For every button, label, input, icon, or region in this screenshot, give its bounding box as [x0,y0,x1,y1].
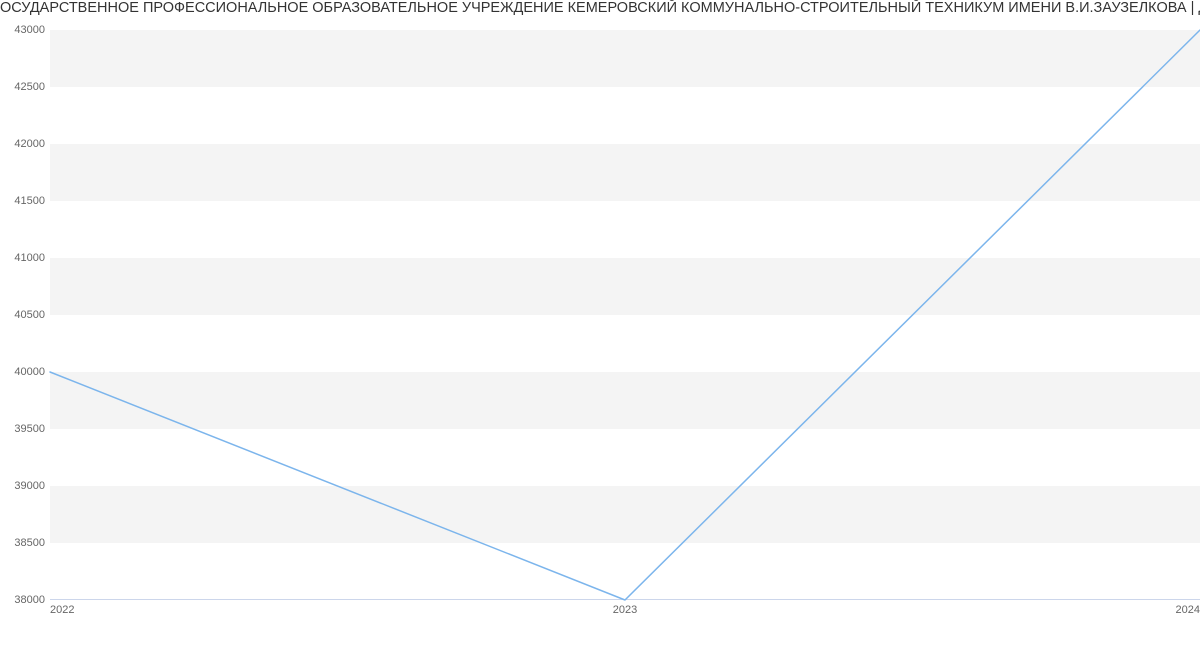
y-tick-label: 38000 [5,594,45,606]
y-tick-label: 42000 [5,138,45,150]
y-tick-label: 43000 [5,24,45,36]
x-tick-label: 2022 [50,600,74,616]
y-tick-label: 40000 [5,366,45,378]
y-tick-label: 40500 [5,309,45,321]
y-tick-label: 39000 [5,480,45,492]
y-tick-label: 39500 [5,423,45,435]
chart-title: ОСУДАРСТВЕННОЕ ПРОФЕССИОНАЛЬНОЕ ОБРАЗОВА… [0,0,1200,22]
y-tick-label: 41000 [5,252,45,264]
plot-area: 3800038500390003950040000405004100041500… [50,30,1200,600]
line-series [50,30,1200,600]
y-tick-label: 38500 [5,537,45,549]
x-tick-label: 2024 [1176,600,1200,616]
x-tick-label: 2023 [613,600,637,616]
y-tick-label: 41500 [5,195,45,207]
chart-container: ОСУДАРСТВЕННОЕ ПРОФЕССИОНАЛЬНОЕ ОБРАЗОВА… [0,0,1200,650]
y-tick-label: 42500 [5,81,45,93]
